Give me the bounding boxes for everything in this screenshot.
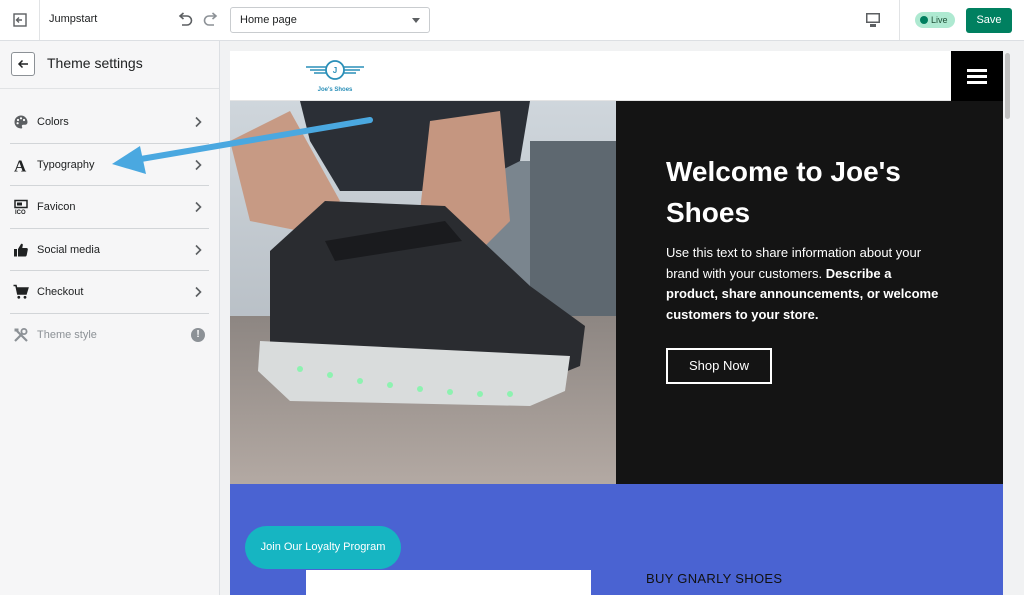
- live-label: Live: [931, 15, 948, 25]
- sidebar-item-label: Typography: [37, 158, 95, 171]
- hero-title: Welcome to Joe's Shoes: [666, 156, 901, 228]
- chevron-right-icon: [195, 116, 202, 128]
- undo-icon[interactable]: [175, 10, 195, 30]
- join-loyalty-button[interactable]: Join Our Loyalty Program: [245, 526, 401, 569]
- hero-body: Use this text to share information about…: [666, 243, 946, 325]
- loyalty-section: Join Our Loyalty Program BUY GNARLY SHOE…: [230, 484, 1003, 595]
- hamburger-line: [967, 80, 987, 84]
- scrollbar-thumb[interactable]: [1005, 53, 1010, 119]
- save-button[interactable]: Save: [966, 8, 1012, 33]
- site-header: J Joe's Shoes: [230, 51, 1003, 101]
- chevron-right-icon: [195, 201, 202, 213]
- top-bar: Jumpstart Home page Live Save: [0, 0, 1024, 41]
- svg-text:A: A: [14, 157, 27, 173]
- preview-scrollbar[interactable]: [1003, 51, 1012, 595]
- section-heading: BUY GNARLY SHOES: [646, 571, 783, 586]
- caret-down-icon: [412, 18, 420, 23]
- sidebar-item-label: Colors: [37, 116, 69, 128]
- thumbs-up-icon: [14, 243, 28, 256]
- sidebar-header: Theme settings: [0, 41, 219, 89]
- favicon-icon: ICO: [14, 199, 28, 215]
- sidebar-item-label: Favicon: [37, 201, 76, 213]
- sidebar-item-checkout[interactable]: Checkout: [10, 271, 209, 314]
- hamburger-line: [967, 68, 987, 72]
- sidebar-item-favicon[interactable]: ICO Favicon: [10, 186, 209, 229]
- storefront-preview: J Joe's Shoes Welcome to Joe's Shoes Use…: [230, 51, 1003, 595]
- theme-settings-sidebar: Theme settings Colors A Typography ICO F…: [0, 41, 220, 595]
- typography-icon: A: [14, 157, 27, 173]
- info-icon[interactable]: !: [191, 327, 205, 342]
- exit-editor-button[interactable]: [0, 0, 40, 40]
- sidebar-item-label: Social media: [37, 243, 100, 256]
- hero-image-sneaker: [230, 101, 616, 484]
- logo-text: Joe's Shoes: [317, 87, 353, 93]
- redo-icon[interactable]: [201, 10, 221, 30]
- chevron-right-icon: [195, 244, 202, 255]
- chevron-right-icon: [195, 159, 202, 170]
- back-button[interactable]: [11, 52, 35, 76]
- sidebar-item-typography[interactable]: A Typography: [10, 144, 209, 186]
- sidebar-item-label: Checkout: [37, 286, 84, 298]
- svg-text:ICO: ICO: [15, 210, 26, 215]
- shop-now-button[interactable]: Shop Now: [666, 348, 772, 384]
- sidebar-item-social-media[interactable]: Social media: [10, 229, 209, 271]
- tools-icon: [14, 327, 28, 342]
- sidebar-item-label: Theme style: [37, 328, 97, 341]
- toolbar-divider: [899, 0, 900, 40]
- settings-list: Colors A Typography ICO Favicon Social m…: [0, 101, 219, 356]
- desktop-preview-icon[interactable]: [864, 11, 882, 29]
- page-selector-value: Home page: [240, 14, 297, 26]
- page-selector[interactable]: Home page: [230, 7, 430, 33]
- palette-icon: [14, 115, 28, 129]
- hamburger-line: [967, 74, 987, 78]
- cart-icon: [13, 284, 29, 299]
- logo-letter: J: [333, 66, 337, 75]
- sidebar-item-theme-style[interactable]: Theme style !: [10, 314, 209, 357]
- store-name: Jumpstart: [49, 13, 98, 25]
- arrow-left-icon: [17, 59, 28, 69]
- live-dot-icon: [920, 16, 928, 24]
- exit-icon: [12, 13, 27, 27]
- sidebar-item-colors[interactable]: Colors: [10, 101, 209, 144]
- featured-card: [306, 570, 591, 595]
- hamburger-menu-button[interactable]: [951, 51, 1003, 101]
- chevron-right-icon: [195, 286, 202, 298]
- live-status-badge: Live: [915, 12, 955, 28]
- hero-text-panel: Welcome to Joe's Shoes Use this text to …: [616, 101, 1003, 484]
- sidebar-title: Theme settings: [47, 55, 143, 71]
